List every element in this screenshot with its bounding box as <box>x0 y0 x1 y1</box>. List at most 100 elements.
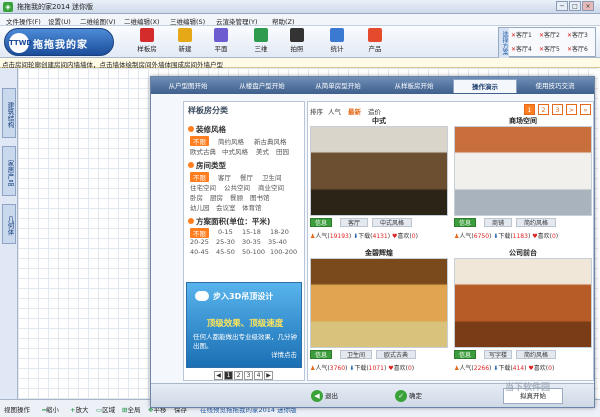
recent-item[interactable]: ✕客厅5 <box>539 44 560 53</box>
minimize-button[interactable]: ─ <box>556 1 568 11</box>
tool-statistics[interactable]: 统计 <box>324 27 350 57</box>
promo-banner[interactable]: 步入3D吊顶设计 顶级效果、顶级速度 任何人都能做出专业级效果，几分钟出图。 详… <box>186 282 302 368</box>
room-render-image[interactable] <box>454 126 592 216</box>
filter-option[interactable]: 厨房 <box>210 192 223 202</box>
tag-room-type[interactable]: 卫生间 <box>340 350 372 359</box>
filter-option[interactable]: 美式 <box>256 146 269 156</box>
filter-option[interactable]: 简约风格 <box>218 136 244 146</box>
filter-option[interactable]: 田园 <box>276 146 289 156</box>
close-button[interactable]: × <box>582 1 594 11</box>
filter-option[interactable]: 不限 <box>190 136 209 146</box>
tool-3d[interactable]: 三维 <box>248 27 274 57</box>
page-button[interactable]: 1 <box>524 104 535 115</box>
info-button[interactable]: 信息 <box>454 350 476 359</box>
filter-option[interactable]: 住宅空间 <box>190 182 216 192</box>
side-tab-building-structure[interactable]: 建筑结构 <box>2 88 16 138</box>
filter-option[interactable]: 体育馆 <box>242 202 262 212</box>
recent-item[interactable]: ✕客厅1 <box>511 30 532 39</box>
room-render-image[interactable] <box>454 258 592 348</box>
page-button[interactable]: 3 <box>552 104 563 115</box>
filter-option[interactable]: 40-45 <box>190 248 209 256</box>
tab-tips-exchange[interactable]: 使用技巧交流 <box>519 79 591 93</box>
sort-cost[interactable]: 造价 <box>368 106 381 116</box>
tab-from-sample-room[interactable]: 从样板房开始 <box>377 79 451 93</box>
recent-item[interactable]: ✕客厅3 <box>567 30 588 39</box>
tag-style[interactable]: 欧式古典 <box>376 350 416 359</box>
filter-option[interactable]: 卫生间 <box>262 172 282 182</box>
sort-popularity[interactable]: 人气 <box>328 106 341 116</box>
promo-next-button[interactable]: ▶ <box>264 371 273 380</box>
filter-option[interactable]: 不限 <box>190 172 209 182</box>
zoom-out-button[interactable]: ━缩小 <box>42 404 59 414</box>
filter-option[interactable]: 45-50 <box>216 248 235 256</box>
filter-option[interactable]: 欧式古典 <box>190 146 216 156</box>
filter-option[interactable]: 卧房 <box>190 192 203 202</box>
room-render-image[interactable] <box>310 258 448 348</box>
recent-item[interactable]: ✕客厅2 <box>539 30 560 39</box>
filter-option[interactable]: 会议室 <box>216 202 236 212</box>
maximize-button[interactable]: □ <box>569 1 581 11</box>
tab-from-estate-floorplan[interactable]: 从楼盘户型开始 <box>225 79 299 93</box>
filter-option[interactable]: 不限 <box>190 228 209 238</box>
room-render-image[interactable] <box>310 126 448 216</box>
filter-option[interactable]: 新古典风格 <box>254 136 287 146</box>
menu-settings[interactable]: 设置(U) <box>48 16 71 26</box>
tab-from-floorplan[interactable]: 从户型图开始 <box>153 79 223 93</box>
info-button[interactable]: 信息 <box>310 218 332 227</box>
filter-option[interactable]: 35-40 <box>268 238 287 246</box>
recent-item[interactable]: ✕客厅4 <box>511 44 532 53</box>
zoom-in-button[interactable]: +放大 <box>70 404 88 414</box>
menu-help[interactable]: 帮助(Z) <box>272 16 295 26</box>
promo-page[interactable]: 1 <box>224 371 233 380</box>
filter-option[interactable]: 0-15 <box>218 228 233 236</box>
tool-new[interactable]: 新建 <box>172 27 198 57</box>
filter-option[interactable]: 客厅 <box>218 172 231 182</box>
last-page-button[interactable]: » <box>580 104 591 115</box>
tag-style[interactable]: 简约风格 <box>516 218 556 227</box>
filter-option[interactable]: 图书馆 <box>250 192 270 202</box>
filter-option[interactable]: 幼儿园 <box>190 202 210 212</box>
filter-option[interactable]: 15-18 <box>242 228 261 236</box>
side-tab-geometry[interactable]: 几何体 <box>2 204 16 244</box>
tool-product[interactable]: 产品 <box>362 27 388 57</box>
promo-details-link[interactable]: 详情点击 <box>271 349 297 359</box>
filter-option[interactable]: 25-30 <box>216 238 235 246</box>
tag-room-type[interactable]: 写字楼 <box>484 350 512 359</box>
sort-newest[interactable]: 最新 <box>348 106 361 116</box>
filter-option[interactable]: 30-35 <box>242 238 261 246</box>
next-page-button[interactable]: > <box>566 104 577 115</box>
info-button[interactable]: 信息 <box>310 350 332 359</box>
tag-room-type[interactable]: 客厅 <box>340 218 368 227</box>
recent-item[interactable]: ✕客厅6 <box>567 44 588 53</box>
promo-page[interactable]: 3 <box>244 371 253 380</box>
filter-option[interactable]: 18-20 <box>270 228 289 236</box>
filter-option[interactable]: 20-25 <box>190 238 209 246</box>
side-tab-home-products[interactable]: 家居产品 <box>2 146 16 196</box>
tab-demo[interactable]: 操作演示 <box>453 79 517 93</box>
exit-button[interactable]: ◀ 退出 <box>311 389 338 403</box>
sample-card[interactable]: 公司前台 信息 写字楼 简约风格 ♟人气(2266) ⬇下载(414) ♥喜欢(… <box>452 248 594 380</box>
filter-option[interactable]: 100-200 <box>270 248 297 256</box>
menu-cloud-render[interactable]: 云渲染管理(Y) <box>216 16 258 26</box>
filter-option[interactable]: 中式风格 <box>222 146 248 156</box>
sample-card[interactable]: 中式 信息 客厅 中式风格 ♟人气(19193) ⬇下载(4131) ♥喜欢(0… <box>308 116 450 248</box>
menu-2d-edit[interactable]: 二维编辑(X) <box>124 16 160 26</box>
tag-style[interactable]: 简约风格 <box>516 350 556 359</box>
sample-card[interactable]: 金碧辉煌 信息 卫生间 欧式古典 ♟人气(3760) ⬇下载(1071) ♥喜欢… <box>308 248 450 380</box>
tab-from-simple-room[interactable]: 从简单房型开始 <box>301 79 375 93</box>
menu-file[interactable]: 文件操作(F) <box>6 16 41 26</box>
promo-page[interactable]: 2 <box>234 371 243 380</box>
filter-option[interactable]: 餐顾 <box>230 192 243 202</box>
filter-option[interactable]: 商业空间 <box>258 182 284 192</box>
promo-page[interactable]: 4 <box>254 371 263 380</box>
tool-photo[interactable]: 拍照 <box>284 27 310 57</box>
filter-option[interactable]: 餐厅 <box>240 172 253 182</box>
menu-3d-edit[interactable]: 三维编辑(S) <box>170 16 205 26</box>
sample-card[interactable]: 商场空间 信息 商铺 简约风格 ♟人气(6750) ⬇下载(1183) ♥喜欢(… <box>452 116 594 248</box>
global-button[interactable]: ⊞全局 <box>122 404 140 414</box>
promo-prev-button[interactable]: ◀ <box>214 371 223 380</box>
page-button[interactable]: 2 <box>538 104 549 115</box>
info-button[interactable]: 信息 <box>454 218 476 227</box>
filter-option[interactable]: 公共空间 <box>224 182 250 192</box>
tag-style[interactable]: 中式风格 <box>372 218 412 227</box>
